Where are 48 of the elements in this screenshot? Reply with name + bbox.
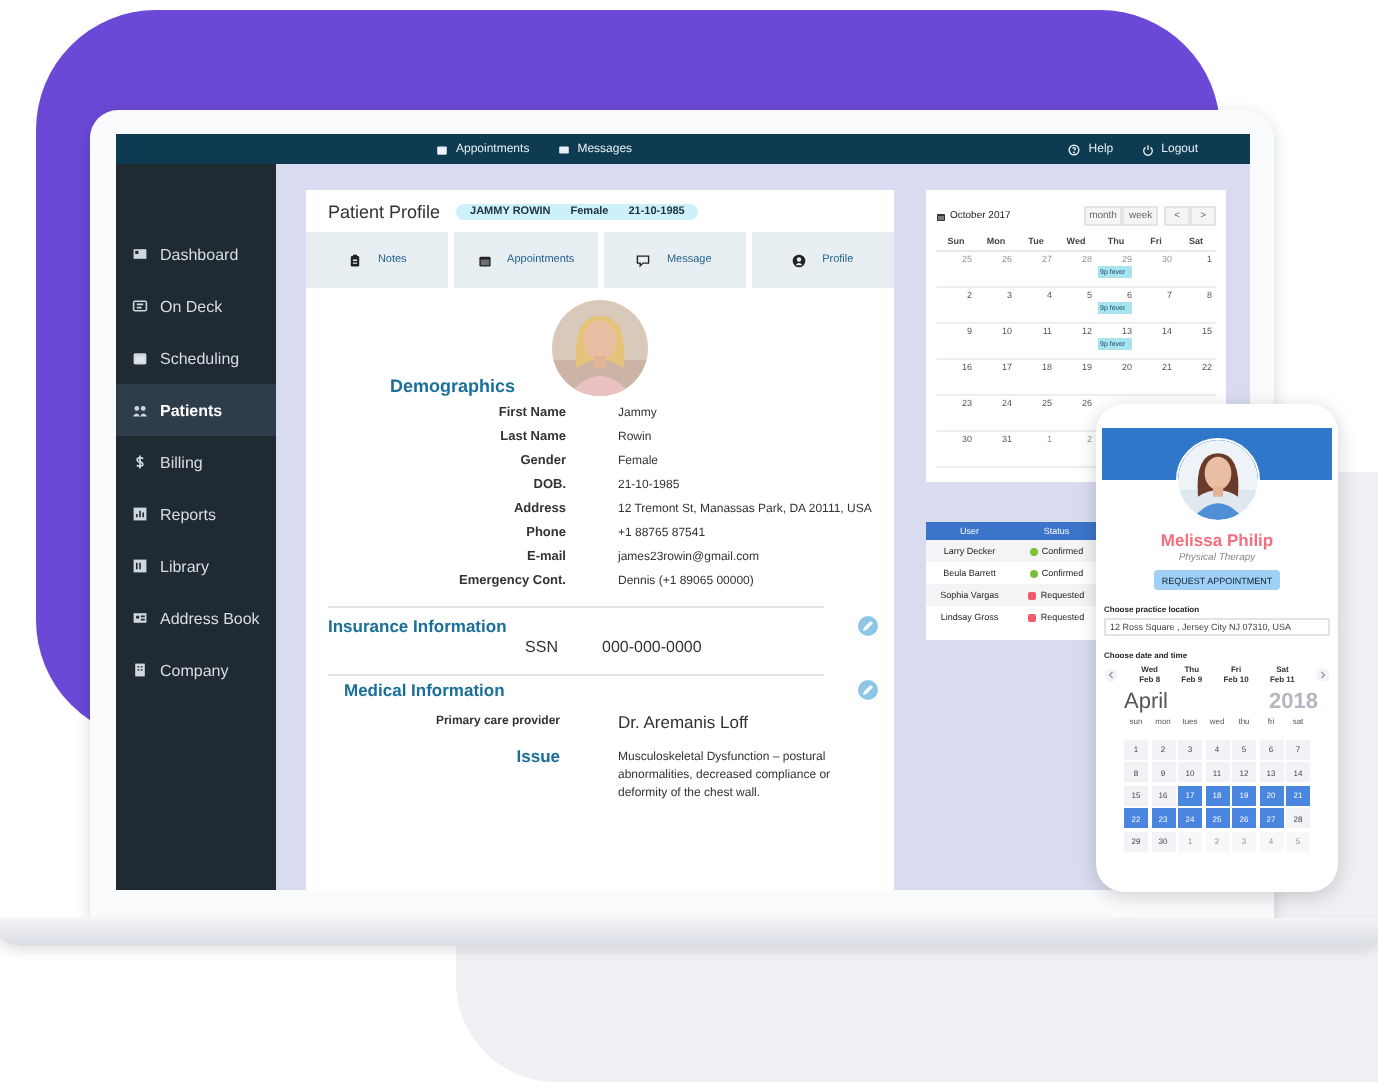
report-icon (132, 506, 148, 522)
dashboard-icon (132, 246, 148, 262)
status-icon (1028, 591, 1037, 599)
field-label: SSN (523, 638, 558, 656)
calendar-icon (477, 253, 492, 267)
sidebar-item[interactable]: Library (116, 540, 276, 592)
status-icon (1028, 613, 1037, 621)
power-icon (1141, 143, 1154, 155)
id-card-icon (132, 298, 148, 314)
building-icon (132, 662, 148, 678)
calendar-icon (936, 211, 946, 221)
doctor-name: Melissa Philip (1158, 530, 1276, 550)
sidebar-item[interactable]: Patients (116, 384, 276, 436)
sidebar-item[interactable]: Billing (116, 436, 276, 488)
person-icon (792, 253, 807, 267)
check-icon (1029, 569, 1038, 577)
sidebar-item[interactable]: Scheduling (116, 332, 276, 384)
section-heading: Medical Information (344, 680, 505, 700)
clipboard-icon (347, 253, 362, 267)
year-title: 2018 (1269, 690, 1318, 714)
calendar-icon (436, 143, 448, 155)
edit-button[interactable] (858, 616, 878, 636)
page-title: Patient Profile (328, 202, 441, 222)
pencil-icon (860, 682, 876, 698)
people-icon (132, 402, 148, 418)
library-icon (132, 558, 148, 574)
dollar-icon (132, 454, 148, 470)
chevron-left-icon (1104, 667, 1118, 681)
check-icon (1029, 547, 1038, 555)
contact-card-icon (132, 610, 148, 626)
chat-icon (636, 253, 651, 267)
field-value: 000-000-0000 (602, 638, 704, 656)
chevron-right-icon (1316, 667, 1330, 681)
month-title: April (1124, 690, 1169, 714)
pencil-icon (860, 618, 876, 634)
help-icon (1068, 143, 1081, 155)
field-value: Dr. Aremanis Loff (618, 712, 751, 732)
sidebar-item[interactable]: On Deck (116, 280, 276, 332)
field-label: Issue (514, 746, 560, 766)
sidebar-item[interactable]: Dashboard (116, 228, 276, 280)
edit-button[interactable] (858, 680, 878, 700)
section-heading: Insurance Information (328, 616, 507, 636)
envelope-icon (557, 143, 570, 155)
sidebar-item[interactable]: Company (116, 644, 276, 696)
sidebar-item[interactable]: Address Book (116, 592, 276, 644)
calendar-icon (132, 350, 148, 366)
sidebar-item[interactable]: Reports (116, 488, 276, 540)
section-heading: Demographics (390, 376, 518, 396)
